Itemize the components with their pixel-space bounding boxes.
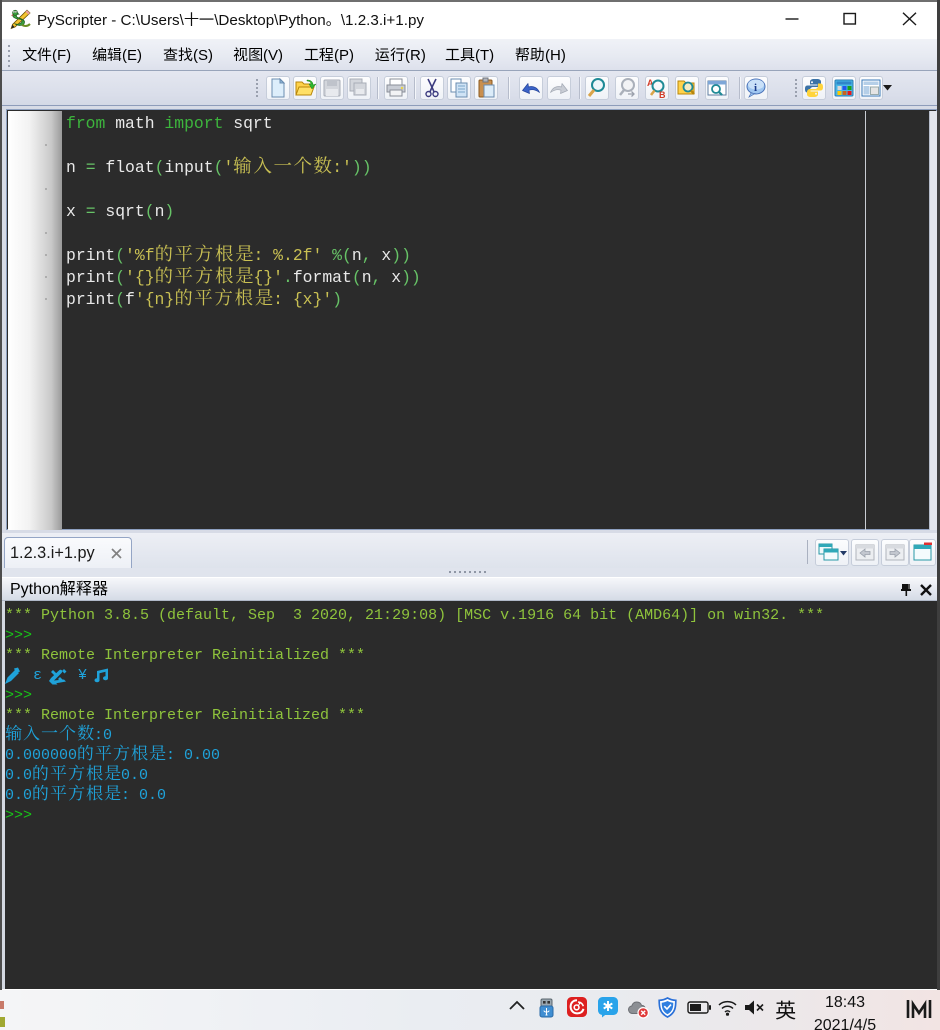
- svg-text:B: B: [659, 90, 666, 99]
- svg-text:i: i: [754, 82, 757, 94]
